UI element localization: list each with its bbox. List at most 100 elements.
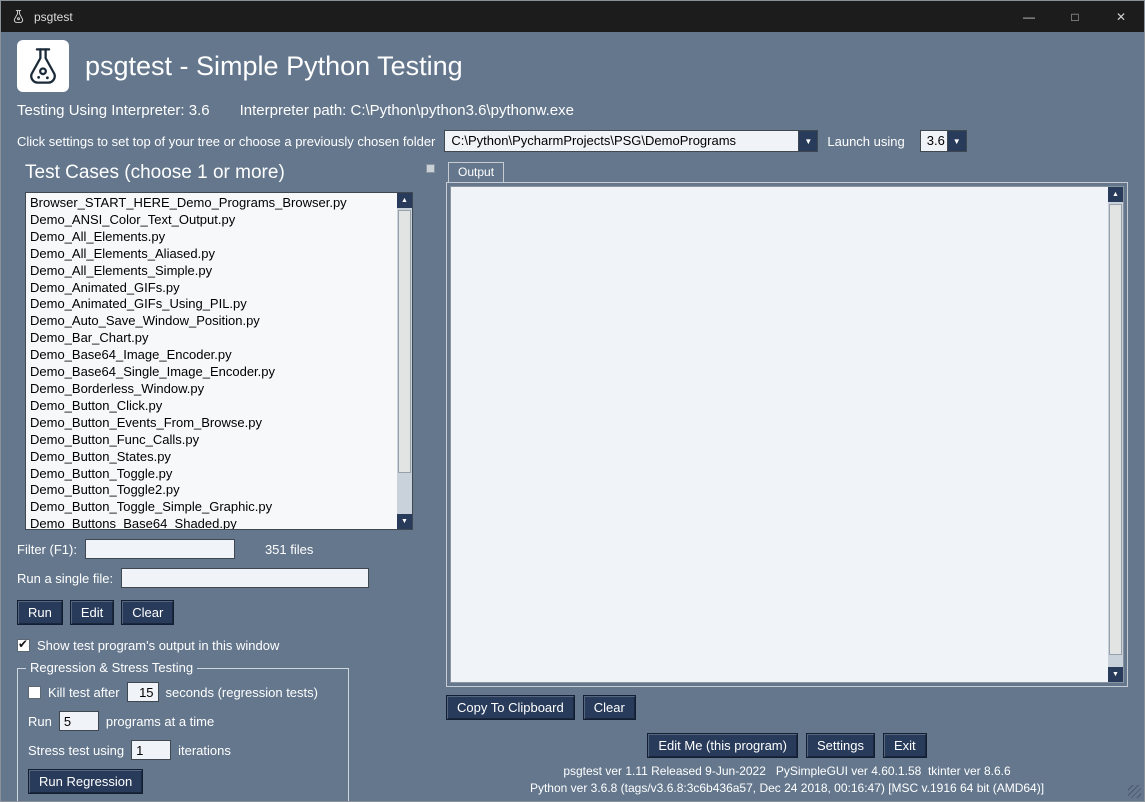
regression-frame-title: Regression & Stress Testing bbox=[26, 660, 197, 675]
titlebar: psgtest — □ ✕ bbox=[1, 1, 1144, 32]
stress-test-label: Stress test using bbox=[28, 743, 124, 758]
single-file-row: Run a single file: bbox=[17, 568, 437, 588]
list-item[interactable]: Demo_Button_Events_From_Browse.py bbox=[30, 415, 393, 432]
chevron-down-icon[interactable]: ▼ bbox=[798, 131, 817, 151]
list-item[interactable]: Demo_Borderless_Window.py bbox=[30, 381, 393, 398]
test-case-list-items: Browser_START_HERE_Demo_Programs_Browser… bbox=[26, 193, 397, 529]
launch-version-combo[interactable]: 3.6 ▼ bbox=[920, 130, 967, 152]
test-case-listbox[interactable]: Browser_START_HERE_Demo_Programs_Browser… bbox=[25, 192, 413, 530]
page-title: psgtest - Simple Python Testing bbox=[85, 51, 463, 82]
window-controls: — □ ✕ bbox=[1006, 1, 1144, 32]
edit-me-button[interactable]: Edit Me (this program) bbox=[647, 733, 798, 758]
run-regression-button[interactable]: Run Regression bbox=[28, 769, 143, 794]
list-item[interactable]: Demo_Animated_GIFs_Using_PIL.py bbox=[30, 296, 393, 313]
pane-grip-handle[interactable] bbox=[426, 164, 435, 173]
list-item[interactable]: Demo_Auto_Save_Window_Position.py bbox=[30, 313, 393, 330]
settings-button[interactable]: Settings bbox=[806, 733, 875, 758]
scroll-up-icon[interactable]: ▲ bbox=[1108, 187, 1123, 202]
list-item[interactable]: Demo_All_Elements_Aliased.py bbox=[30, 246, 393, 263]
stress-test-row: Stress test using iterations bbox=[28, 740, 338, 760]
folder-combo[interactable]: C:\Python\PycharmProjects\PSG\DemoProgra… bbox=[444, 130, 818, 152]
test-cases-heading: Test Cases (choose 1 or more) bbox=[17, 162, 437, 184]
maximize-button[interactable]: □ bbox=[1052, 1, 1098, 32]
list-item[interactable]: Demo_Button_Click.py bbox=[30, 398, 393, 415]
list-item[interactable]: Demo_Button_States.py bbox=[30, 449, 393, 466]
kill-test-checkbox[interactable] bbox=[28, 686, 41, 699]
clear-button[interactable]: Clear bbox=[121, 600, 174, 625]
settings-row: Click settings to set top of your tree o… bbox=[17, 130, 1128, 152]
show-output-check-row[interactable]: Show test program's output in this windo… bbox=[17, 638, 437, 653]
list-item[interactable]: Demo_Animated_GIFs.py bbox=[30, 280, 393, 297]
output-scroll-thumb[interactable] bbox=[1109, 204, 1122, 655]
file-count-label: 351 files bbox=[265, 542, 313, 557]
app-window: psgtest — □ ✕ psgtest - Simple Python Te… bbox=[0, 0, 1145, 802]
list-item[interactable]: Demo_All_Elements_Simple.py bbox=[30, 263, 393, 280]
list-item[interactable]: Demo_Button_Toggle_Simple_Graphic.py bbox=[30, 499, 393, 516]
status-line-2: Python ver 3.6.8 (tags/v3.6.8:3c6b436a57… bbox=[446, 781, 1128, 795]
window-title: psgtest bbox=[34, 10, 73, 24]
minimize-button[interactable]: — bbox=[1006, 1, 1052, 32]
launch-combo-value: 3.6 bbox=[921, 131, 947, 151]
run-count-input[interactable] bbox=[59, 711, 99, 731]
main-content: psgtest - Simple Python Testing Testing … bbox=[1, 32, 1144, 802]
list-item[interactable]: Demo_Base64_Image_Encoder.py bbox=[30, 347, 393, 364]
output-multiline[interactable]: ▲ ▼ bbox=[450, 186, 1124, 683]
single-file-input[interactable] bbox=[121, 568, 369, 588]
stress-iterations-input[interactable] bbox=[131, 740, 171, 760]
main-row: Test Cases (choose 1 or more) Browser_ST… bbox=[17, 162, 1128, 795]
stress-test-suffix: iterations bbox=[178, 743, 231, 758]
settings-hint-label: Click settings to set top of your tree o… bbox=[17, 134, 435, 149]
list-item[interactable]: Demo_Button_Func_Calls.py bbox=[30, 432, 393, 449]
single-file-label: Run a single file: bbox=[17, 571, 113, 586]
output-panel: Output ▲ ▼ Copy To Clipboa bbox=[446, 162, 1128, 795]
listbox-scroll-track[interactable] bbox=[397, 208, 412, 514]
filter-row: Filter (F1): 351 files bbox=[17, 539, 437, 559]
folder-combo-value: C:\Python\PycharmProjects\PSG\DemoProgra… bbox=[445, 131, 798, 151]
list-item[interactable]: Browser_START_HERE_Demo_Programs_Browser… bbox=[30, 195, 393, 212]
run-count-suffix: programs at a time bbox=[106, 714, 214, 729]
list-item[interactable]: Demo_Bar_Chart.py bbox=[30, 330, 393, 347]
run-edit-clear-row: Run Edit Clear bbox=[17, 600, 437, 625]
listbox-scrollbar[interactable]: ▲ ▼ bbox=[397, 193, 412, 529]
interpreter-path-label: Interpreter path: C:\Python\python3.6\py… bbox=[240, 102, 574, 119]
list-item[interactable]: Demo_All_Elements.py bbox=[30, 229, 393, 246]
chevron-down-icon[interactable]: ▼ bbox=[947, 131, 966, 151]
list-item[interactable]: Demo_ANSI_Color_Text_Output.py bbox=[30, 212, 393, 229]
close-button[interactable]: ✕ bbox=[1098, 1, 1144, 32]
kill-test-label: Kill test after bbox=[48, 685, 120, 700]
filter-input[interactable] bbox=[85, 539, 235, 559]
listbox-scroll-thumb[interactable] bbox=[398, 210, 411, 473]
copy-to-clipboard-button[interactable]: Copy To Clipboard bbox=[446, 695, 575, 720]
app-flask-icon bbox=[17, 40, 69, 92]
header: psgtest - Simple Python Testing bbox=[17, 40, 1128, 92]
output-text[interactable] bbox=[451, 187, 1108, 682]
output-clear-button[interactable]: Clear bbox=[583, 695, 636, 720]
list-item[interactable]: Demo_Button_Toggle2.py bbox=[30, 482, 393, 499]
programs-at-a-time-row: Run programs at a time bbox=[28, 711, 338, 731]
list-item[interactable]: Demo_Buttons_Base64_Shaded.py bbox=[30, 516, 393, 529]
footer-buttons-row: Edit Me (this program) Settings Exit bbox=[446, 733, 1128, 758]
output-tab-content: ▲ ▼ bbox=[446, 182, 1128, 687]
interpreter-version-label: Testing Using Interpreter: 3.6 bbox=[17, 102, 210, 119]
resize-grip-handle[interactable] bbox=[1128, 785, 1141, 798]
scroll-down-icon[interactable]: ▼ bbox=[397, 514, 412, 529]
scroll-up-icon[interactable]: ▲ bbox=[397, 193, 412, 208]
exit-button[interactable]: Exit bbox=[883, 733, 927, 758]
edit-button[interactable]: Edit bbox=[70, 600, 114, 625]
kill-test-suffix: seconds (regression tests) bbox=[166, 685, 318, 700]
regression-frame: Regression & Stress Testing Kill test af… bbox=[17, 668, 349, 802]
output-scroll-track[interactable] bbox=[1108, 202, 1123, 667]
interpreter-info: Testing Using Interpreter: 3.6 Interpret… bbox=[17, 102, 1128, 119]
list-item[interactable]: Demo_Button_Toggle.py bbox=[30, 466, 393, 483]
scroll-down-icon[interactable]: ▼ bbox=[1108, 667, 1123, 682]
launch-using-label: Launch using bbox=[827, 134, 904, 149]
test-cases-panel: Test Cases (choose 1 or more) Browser_ST… bbox=[17, 162, 437, 795]
kill-seconds-input[interactable] bbox=[127, 682, 159, 702]
show-output-checkbox[interactable] bbox=[17, 639, 30, 652]
run-regression-row: Run Regression bbox=[28, 769, 338, 794]
list-item[interactable]: Demo_Base64_Single_Image_Encoder.py bbox=[30, 364, 393, 381]
output-scrollbar[interactable]: ▲ ▼ bbox=[1108, 187, 1123, 682]
run-button[interactable]: Run bbox=[17, 600, 63, 625]
app-flask-icon-small bbox=[11, 9, 26, 24]
tab-output[interactable]: Output bbox=[448, 162, 504, 182]
